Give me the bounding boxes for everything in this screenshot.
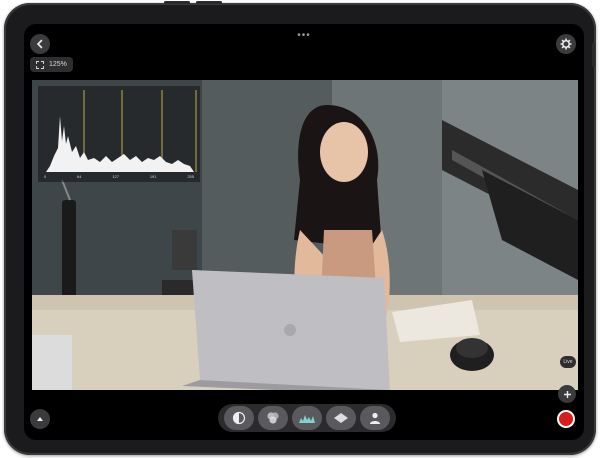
live-label: Live [563, 359, 573, 365]
histogram-tick: 127 [112, 174, 119, 179]
more-dots-icon[interactable]: ••• [294, 31, 314, 41]
record-dot [559, 412, 573, 426]
chevron-left-icon [36, 39, 43, 49]
waveform-icon [299, 415, 315, 423]
volume-button-2 [196, 1, 222, 4]
histogram-tool[interactable] [292, 406, 322, 430]
person-icon [370, 412, 380, 424]
color-wheels-tool[interactable] [258, 406, 288, 430]
histogram-axis: 0 64 127 191 255 [44, 174, 194, 179]
plus-icon [563, 390, 571, 398]
histogram-graph [46, 90, 197, 172]
histogram-tick: 191 [149, 174, 157, 179]
back-button[interactable] [30, 34, 50, 54]
tools-toolbar [218, 404, 396, 432]
exposure-tool[interactable] [224, 406, 254, 430]
zoom-label: 125% [49, 61, 67, 68]
add-button[interactable] [558, 385, 576, 403]
settings-button[interactable] [556, 34, 576, 54]
triangle-up-icon [37, 417, 43, 421]
expand-icon [36, 60, 44, 69]
vectorscope-icon [334, 413, 348, 423]
volume-button [164, 1, 190, 4]
live-chip[interactable]: Live [560, 356, 576, 368]
histogram-tick: 64 [77, 174, 82, 179]
app-screen: ••• 125% 0 64 127 191 255 Live [24, 24, 584, 440]
histogram-tick: 255 [187, 174, 194, 179]
vectorscope-tool[interactable] [326, 406, 356, 430]
histogram-overlay[interactable]: 0 64 127 191 255 [38, 86, 200, 182]
tablet-frame: ••• 125% 0 64 127 191 255 Live [4, 1, 596, 455]
gear-icon [560, 38, 572, 50]
collapse-up-button[interactable] [30, 409, 50, 429]
color-wheels-icon [267, 412, 279, 424]
subject-tool[interactable] [360, 406, 390, 430]
histogram-tick: 0 [44, 174, 47, 179]
record-button[interactable] [557, 410, 575, 428]
camera-preview[interactable]: 0 64 127 191 255 Live [32, 80, 578, 390]
power-button [592, 43, 595, 67]
zoom-indicator[interactable]: 125% [30, 57, 73, 72]
half-circle-icon [232, 411, 246, 425]
